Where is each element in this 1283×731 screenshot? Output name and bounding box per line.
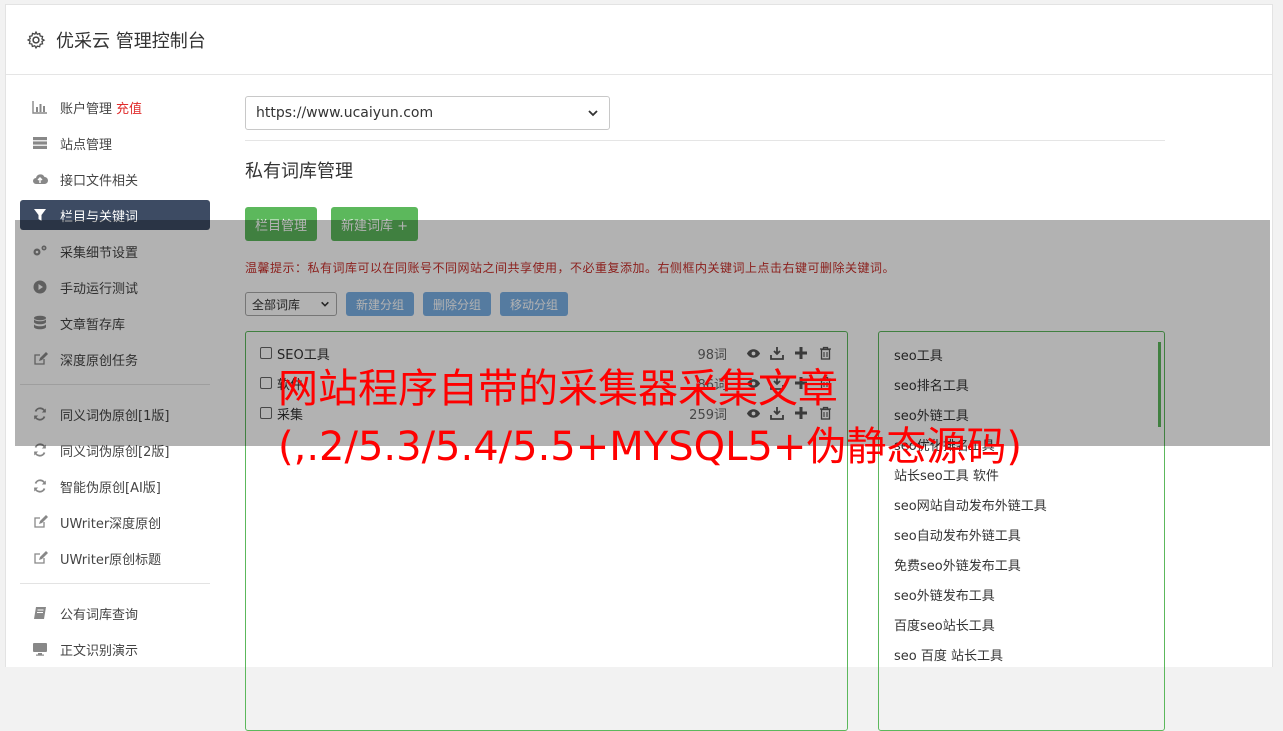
keyword-item[interactable]: seo网站自动发布外链工具 (879, 492, 1164, 522)
library-checkbox[interactable] (260, 377, 272, 389)
keyword-item[interactable]: seo自动发布外链工具 (879, 522, 1164, 552)
divider (245, 140, 1165, 141)
sidebar-item-group1-1[interactable]: 站点管理 (20, 128, 210, 158)
tip-text: 温馨提示：私有词库可以在同账号不同网站之间共享使用，不必重复添加。右侧框内关键词… (245, 261, 896, 275)
cloud-upload-icon (32, 171, 48, 187)
sidebar-divider (20, 583, 210, 584)
gear-icon (26, 30, 46, 49)
site-select[interactable]: https://www.ucaiyun.com (245, 96, 610, 130)
sidebar: 账户管理 充值站点管理接口文件相关 栏目与关键词 采集细节设置 手动运行测试 文章暂存库深… (20, 92, 210, 670)
refresh-icon (32, 478, 48, 494)
sidebar-item-label: UWriter原创标题 (60, 552, 162, 568)
sidebar-item-group2-2[interactable]: 智能伪原创[AI版] (20, 471, 210, 501)
sidebar-item-label: 栏目与关键词 (60, 209, 139, 225)
library-checkbox[interactable] (260, 407, 272, 419)
sidebar-item-group1-7[interactable]: 深度原创任务 (20, 344, 210, 374)
play-circle-icon (32, 279, 48, 295)
sidebar-item-group3-0[interactable]: 公有词库查询 (20, 598, 210, 628)
sidebar-item-label: 文章暂存库 (60, 317, 126, 333)
sidebar-item-label: 同义词伪原创[2版] (60, 444, 170, 460)
keyword-item[interactable]: seo 百度 站长工具 (879, 642, 1164, 672)
refresh-icon (32, 442, 48, 458)
move-group-button[interactable]: 移动分组 (500, 292, 569, 316)
edit-icon (32, 550, 48, 566)
header: 优采云 管理控制台 (6, 5, 1272, 75)
site-select-value: https://www.ucaiyun.com (256, 105, 434, 121)
sidebar-item-group2-3[interactable]: UWriter深度原创 (20, 507, 210, 537)
sidebar-item-label: 深度原创任务 (60, 353, 139, 369)
library-checkbox[interactable] (260, 347, 272, 359)
scrollbar[interactable] (1158, 342, 1161, 427)
keyword-item[interactable]: seo外链发布工具 (879, 582, 1164, 612)
eye-icon[interactable] (745, 345, 761, 361)
sidebar-item-label: 账户管理 (60, 101, 113, 117)
sidebar-item-label: 手动运行测试 (60, 281, 139, 297)
refresh-icon (32, 406, 48, 422)
library-filter-value: 全部词库 (252, 297, 301, 312)
trash-icon[interactable] (817, 345, 833, 361)
sidebar-item-group2-4[interactable]: UWriter原创标题 (20, 543, 210, 573)
sidebar-item-label: 接口文件相关 (60, 173, 139, 189)
sidebar-divider (20, 384, 210, 385)
library-filter-select[interactable]: 全部词库 (245, 292, 337, 316)
sidebar-item-group1-6[interactable]: 文章暂存库 (20, 308, 210, 338)
page-title: 优采云 管理控制台 (56, 30, 206, 52)
filter-icon (32, 207, 48, 223)
database-icon (32, 315, 48, 331)
keyword-item[interactable]: 百度seo站长工具 (879, 612, 1164, 642)
download-icon[interactable] (769, 345, 785, 361)
filter-row: 全部词库 新建分组 删除分组 移动分组 (245, 292, 1165, 316)
server-icon (32, 135, 48, 151)
sidebar-item-label: 智能伪原创[AI版] (60, 480, 161, 496)
sidebar-item-label: 正文识别演示 (60, 643, 139, 659)
bar-chart-icon (32, 99, 48, 115)
edit-icon (32, 351, 48, 367)
gears-icon (32, 243, 48, 259)
sidebar-item-group2-0[interactable]: 同义词伪原创[1版] (20, 399, 210, 429)
sidebar-item-label: 公有词库查询 (60, 607, 139, 623)
sidebar-item-group1-3[interactable]: 栏目与关键词 (20, 200, 210, 230)
new-library-button[interactable]: 新建词库 + (331, 207, 419, 241)
sidebar-item-label: 站点管理 (60, 137, 113, 153)
sidebar-item-group1-0[interactable]: 账户管理 充值 (20, 92, 210, 122)
ad-overlay-text: 网站程序自带的采集器采集文章(,.2/5.3/5.4/5.5+MYSQL5+伪静… (278, 366, 1022, 470)
main-content: https://www.ucaiyun.com 私有词库管理 栏目管理 新建词库… (245, 96, 1165, 731)
columns-button[interactable]: 栏目管理 (245, 207, 318, 241)
new-group-button[interactable]: 新建分组 (346, 292, 415, 316)
sidebar-item-label: 同义词伪原创[1版] (60, 408, 170, 424)
plus-icon[interactable] (793, 345, 809, 361)
sidebar-item-group1-4[interactable]: 采集细节设置 (20, 236, 210, 266)
sidebar-item-group1-2[interactable]: 接口文件相关 (20, 164, 210, 194)
keyword-item[interactable]: 免费seo外链发布工具 (879, 552, 1164, 582)
chevron-down-icon (588, 110, 598, 117)
sidebar-item-label: UWriter深度原创 (60, 516, 162, 532)
section-title: 私有词库管理 (245, 161, 353, 182)
sidebar-item-group2-1[interactable]: 同义词伪原创[2版] (20, 435, 210, 465)
sidebar-item-group1-5[interactable]: 手动运行测试 (20, 272, 210, 302)
monitor-icon (32, 641, 48, 657)
recharge-link[interactable]: 充值 (116, 98, 142, 117)
edit-icon (32, 514, 48, 530)
delete-group-button[interactable]: 删除分组 (423, 292, 492, 316)
sidebar-item-label: 采集细节设置 (60, 245, 139, 261)
sidebar-item-group3-1[interactable]: 正文识别演示 (20, 634, 210, 664)
book-icon (32, 605, 48, 621)
chevron-down-icon (321, 301, 329, 307)
action-buttons: 栏目管理 新建词库 + (245, 207, 1165, 241)
